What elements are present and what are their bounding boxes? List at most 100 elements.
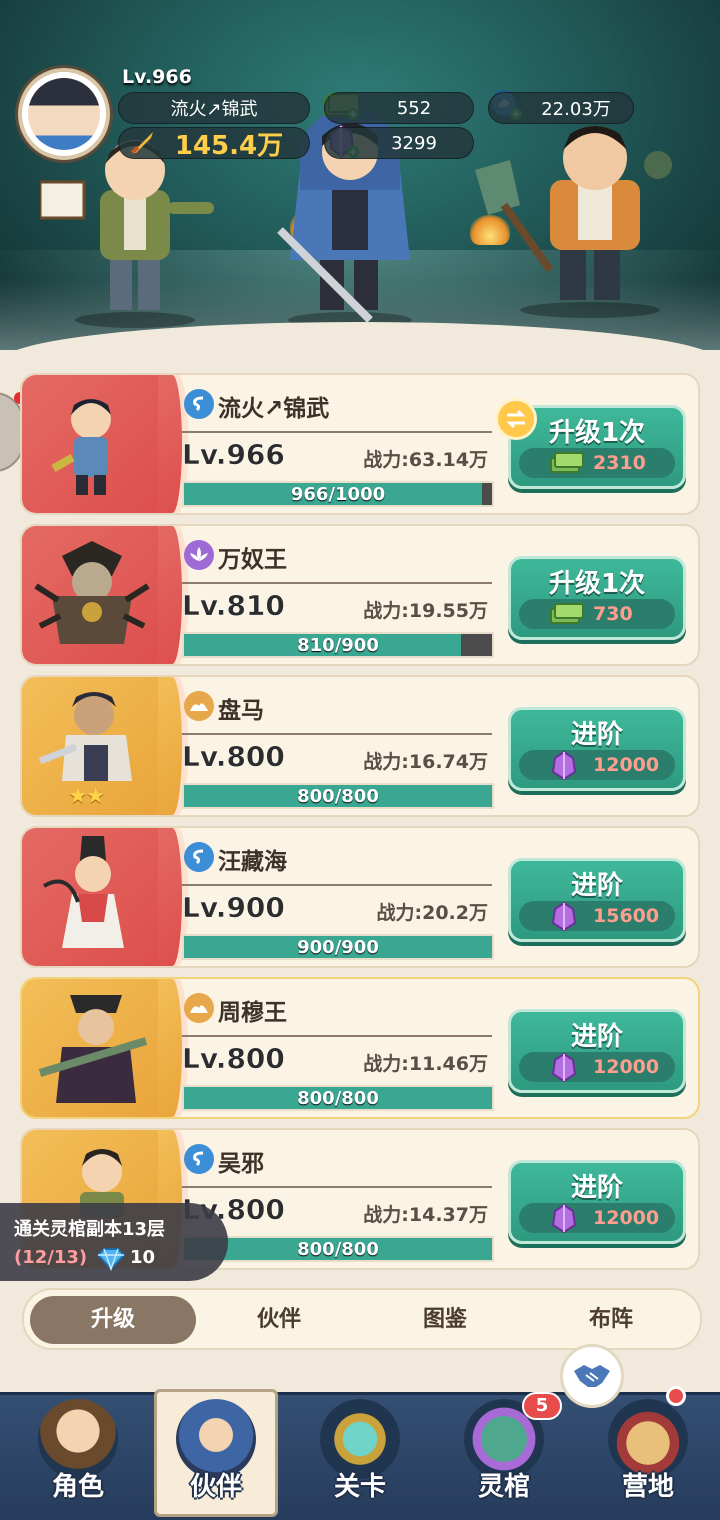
crystal-icon (549, 1052, 579, 1086)
partner-level: Lv.800 (182, 1042, 285, 1076)
battle-scene-header: Lv.966 流火↗锦武 145.4万 552 3299 22.03万 (0, 0, 720, 350)
bottom-navigation: 角色 伙伴 关卡 灵棺 营地 (0, 1389, 720, 1520)
name-divider (182, 1035, 492, 1037)
partner-portrait[interactable]: ★★ (22, 677, 182, 815)
cost-value: 12000 (593, 1056, 660, 1078)
quest-title: 通关灵棺副本13层 (14, 1219, 166, 1240)
partner-name: 流火↗锦武 (218, 396, 330, 422)
partner-card[interactable]: 汪藏海 Lv.900 战力:20.2万 900/900 进阶 15600 (20, 826, 700, 968)
upgrade-cost: 730 (519, 599, 675, 629)
partner-card[interactable]: 流火↗锦武 Lv.966 战力:63.14万 966/1000 升级1次 231… (20, 373, 700, 515)
tab-formation[interactable]: 布阵 (528, 1296, 694, 1344)
crystal-counter: 3299 (324, 127, 474, 159)
player-level: Lv.966 (122, 66, 192, 88)
partner-name: 盘马 (218, 698, 264, 724)
player-power: 145.4万 (118, 127, 310, 161)
lotus-faction-icon (184, 540, 214, 570)
name-divider (182, 733, 492, 735)
advance-button[interactable]: 进阶 15600 (508, 858, 686, 942)
tab-upgrade[interactable]: 升级 (30, 1296, 196, 1344)
advance-cost: 12000 (519, 1052, 675, 1083)
advance-button[interactable]: 进阶 12000 (508, 1160, 686, 1244)
advance-button[interactable]: 进阶 12000 (508, 1009, 686, 1093)
quest-progress: (12/13) (14, 1247, 88, 1268)
partner-card[interactable]: 万奴王 Lv.810 战力:19.55万 810/900 升级1次 730 (20, 524, 700, 666)
progress-text: 800/800 (297, 1239, 379, 1260)
partner-card[interactable]: 周穆王 Lv.800 战力:11.46万 800/800 进阶 12000 (20, 977, 700, 1119)
partner-power: 战力:19.55万 (363, 600, 488, 622)
advance-cost: 12000 (519, 750, 675, 781)
tab-codex[interactable]: 图鉴 (362, 1296, 528, 1344)
progress-text: 800/800 (297, 786, 379, 807)
level-progress-bar: 900/900 (182, 934, 494, 960)
cash-icon (549, 599, 585, 631)
name-divider (182, 1186, 492, 1188)
progress-text: 810/900 (297, 635, 379, 656)
partner-level: Lv.810 (182, 589, 285, 623)
level-progress-bar: 800/800 (182, 783, 494, 809)
handshake-icon[interactable] (560, 1344, 624, 1408)
player-avatar[interactable] (18, 68, 110, 160)
partner-portrait[interactable] (22, 828, 182, 966)
upgrade-button[interactable]: 升级1次 730 (508, 556, 686, 640)
quest-reward: 10 (130, 1247, 156, 1268)
water-faction-icon (184, 842, 214, 872)
diamond-icon (96, 1247, 126, 1275)
nav-character[interactable]: 角色 (6, 1395, 150, 1520)
camp-notification-dot (666, 1386, 686, 1406)
partner-name: 周穆王 (218, 1000, 287, 1026)
avatar-portrait (28, 78, 100, 150)
sword-icon (129, 130, 155, 163)
upgrade-button-label: 升级1次 (548, 569, 646, 599)
tab-partners[interactable]: 伙伴 (196, 1296, 362, 1344)
quest-tracker[interactable]: 通关灵棺副本13层 (12/13) 10 (0, 1203, 228, 1281)
partner-power: 战力:63.14万 (363, 449, 488, 471)
earth-faction-icon (184, 993, 214, 1023)
level-progress-bar: 800/800 (182, 1236, 494, 1262)
upgrade-button[interactable]: 升级1次 2310 (495, 398, 686, 489)
nav-label: 灵棺 (477, 1472, 530, 1502)
progress-text: 900/900 (297, 937, 379, 958)
partner-power: 战力:16.74万 (363, 751, 488, 773)
advance-cost: 15600 (519, 901, 675, 932)
cost-value: 15600 (593, 905, 660, 927)
partner-power: 战力:11.46万 (363, 1053, 488, 1075)
partner-portrait[interactable] (22, 526, 182, 664)
advance-button[interactable]: 进阶 12000 (508, 707, 686, 791)
partner-subtabs: 升级 伙伴 图鉴 布阵 (22, 1288, 702, 1350)
nav-camp[interactable]: 营地 (576, 1395, 720, 1520)
level-progress-bar: 966/1000 (182, 481, 494, 507)
cost-value: 2310 (593, 452, 646, 474)
soul-counter: 22.03万 (488, 92, 634, 124)
level-progress-bar: 800/800 (182, 1085, 494, 1111)
partner-name: 汪藏海 (218, 849, 287, 875)
earth-faction-icon (184, 691, 214, 721)
advance-button-label: 进阶 (570, 1173, 623, 1203)
nav-partner[interactable]: 伙伴 (144, 1389, 288, 1520)
advance-button-label: 进阶 (570, 720, 623, 750)
progress-text: 966/1000 (290, 484, 386, 505)
partner-name: 吴邪 (218, 1151, 264, 1177)
partner-portrait[interactable] (22, 979, 182, 1117)
nav-stage[interactable]: 关卡 (288, 1395, 432, 1520)
crystal-icon (549, 750, 579, 784)
partner-power: 战力:14.37万 (363, 1204, 488, 1226)
star-rating: ★★ (68, 784, 105, 809)
cash-counter: 552 (324, 92, 474, 124)
hero-shovel-sprite (475, 126, 672, 318)
partner-portrait[interactable] (22, 375, 182, 513)
crystal-icon (549, 901, 579, 935)
cost-value: 12000 (593, 1207, 660, 1229)
partner-level: Lv.900 (182, 891, 285, 925)
partner-level: Lv.966 (182, 438, 285, 472)
crystal-icon (549, 1203, 579, 1237)
upgrade-button-label: 升级1次 (548, 418, 646, 448)
partner-level: Lv.800 (182, 740, 285, 774)
advance-button-label: 进阶 (570, 871, 623, 901)
nav-label: 营地 (621, 1472, 674, 1502)
nav-label: 角色 (51, 1472, 104, 1502)
advance-button-label: 进阶 (570, 1022, 623, 1052)
upgrade-cost: 2310 (519, 448, 675, 478)
partner-card[interactable]: ★★ 盘马 Lv.800 战力:16.74万 800/800 进阶 12000 (20, 675, 700, 817)
advance-cost: 12000 (519, 1203, 675, 1234)
